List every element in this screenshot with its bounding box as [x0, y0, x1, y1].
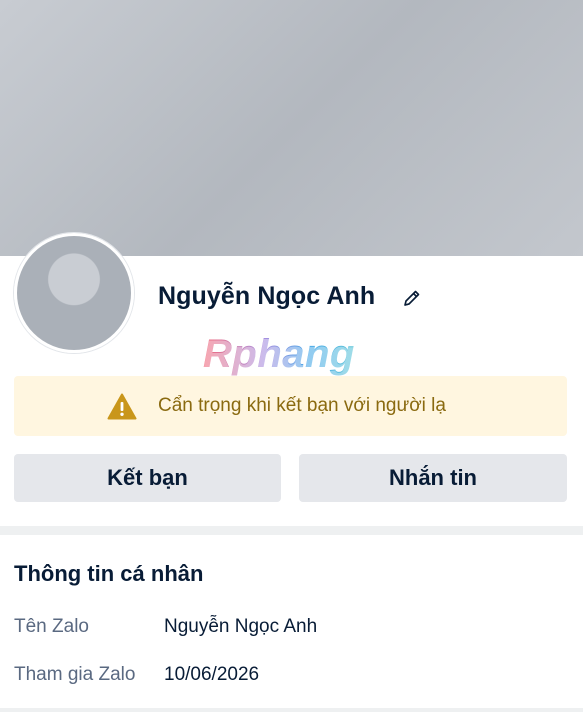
cover-photo[interactable] — [0, 0, 583, 256]
avatar[interactable] — [14, 233, 134, 353]
join-date-label: Tham gia Zalo — [14, 664, 136, 685]
bottom-divider — [0, 708, 583, 712]
pencil-icon[interactable] — [402, 288, 422, 308]
stranger-warning-banner: Cẩn trọng khi kết bạn với người lạ — [14, 376, 567, 436]
personal-info-title: Thông tin cá nhân — [14, 561, 204, 586]
join-date-value: 10/06/2026 — [164, 664, 260, 685]
zalo-name-value: Nguyễn Ngọc Anh — [164, 616, 318, 637]
message-button[interactable]: Nhắn tin — [299, 454, 567, 502]
watermark-logo: Rphang — [203, 332, 355, 376]
zalo-name-label: Tên Zalo — [14, 616, 89, 637]
profile-name: Nguyễn Ngọc Anh — [158, 282, 376, 310]
add-friend-button[interactable]: Kết bạn — [14, 454, 281, 502]
warning-triangle-icon — [107, 393, 137, 420]
warning-text: Cẩn trọng khi kết bạn với người lạ — [158, 395, 446, 416]
section-divider — [0, 526, 583, 535]
